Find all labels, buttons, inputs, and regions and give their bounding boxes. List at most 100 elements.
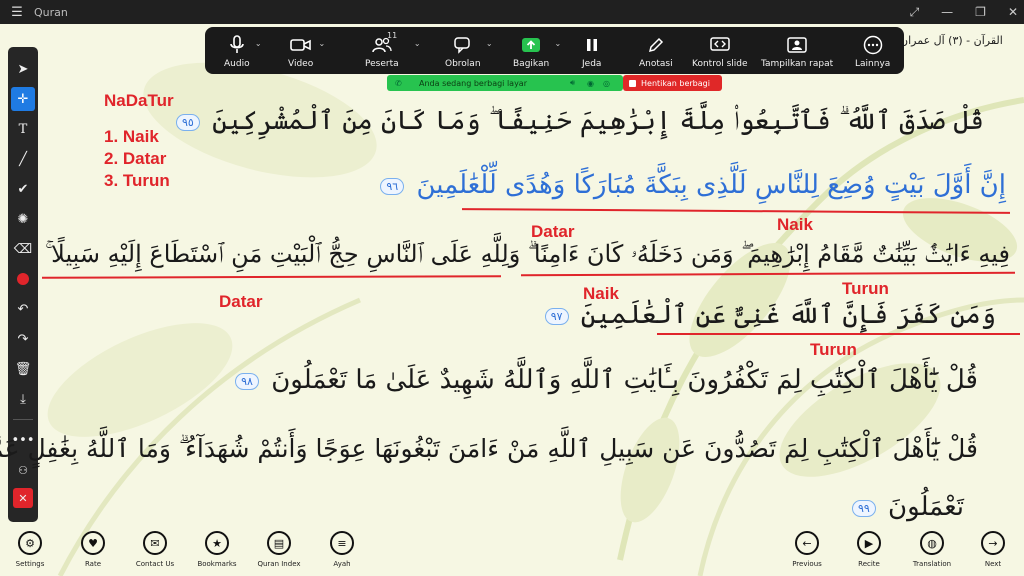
verse-text: قُلْ صَدَقَ ٱللَّهُ ۗ فَٱتَّبِعُوا۟ مِلَ…: [212, 106, 984, 136]
spotlight-icon[interactable]: ✺: [11, 207, 35, 231]
pen-icon: [647, 33, 665, 57]
contact-us-button[interactable]: ✉ Contact Us: [125, 531, 185, 568]
stop-sharing-button[interactable]: Hentikan berbagi: [623, 75, 722, 91]
eraser-icon[interactable]: ⌫: [11, 237, 35, 261]
redo-icon[interactable]: ↷: [11, 327, 35, 351]
restore-icon[interactable]: ❐: [975, 5, 986, 19]
previous-button[interactable]: ← Previous: [777, 531, 837, 568]
more-button[interactable]: Lainnya: [855, 33, 890, 69]
trash-icon[interactable]: 🗑︎: [11, 357, 35, 381]
close-icon[interactable]: ✕: [1008, 5, 1018, 19]
annotate-button[interactable]: Anotasi: [639, 33, 673, 69]
ayah-number-badge[interactable]: ٩٩: [851, 499, 876, 517]
rate-label: Rate: [84, 560, 102, 568]
audio-button[interactable]: Audio ⌄: [224, 33, 262, 69]
text-icon[interactable]: T: [11, 117, 35, 141]
hamburger-icon[interactable]: ☰: [0, 5, 34, 20]
globe-icon: ◍: [920, 531, 944, 555]
sharing-status-text: Anda sedang berbagi layar: [419, 78, 527, 88]
slide-control-button[interactable]: Kontrol slide: [692, 33, 748, 69]
meeting-toolbar: Audio ⌄ Video ⌄ 11 Peserta ⌄ Obrolan ⌄ B…: [205, 27, 904, 74]
share-button[interactable]: Bagikan ⌄: [513, 33, 561, 69]
mail-icon: ✉: [143, 531, 167, 555]
share-screen-icon: [521, 33, 541, 57]
settings-button[interactable]: ⚙ Settings: [0, 531, 60, 568]
recite-label: Recite: [858, 560, 880, 568]
ayah-number-badge[interactable]: ٩٧: [544, 307, 569, 325]
annotation-label: Naik: [583, 284, 619, 303]
annotation-label: Datar: [531, 222, 575, 241]
legend-item: 3. Turun: [104, 171, 170, 190]
pause-share-button[interactable]: Jeda: [582, 33, 601, 69]
star-icon: ★: [205, 531, 229, 555]
settings-label: Settings: [15, 560, 45, 568]
speaker-icon[interactable]: 🔊︎: [570, 78, 575, 88]
ayah-number-badge[interactable]: ٩٥: [175, 113, 200, 131]
chevron-down-icon[interactable]: ⌄: [554, 39, 561, 48]
show-meeting-button[interactable]: Tampilkan rapat: [761, 33, 833, 69]
verse-text: وَمَن كَفَرَ فَإِنَّ ٱللَّهَ غَنِىٌّ عَن…: [580, 300, 996, 330]
slide-control-label: Kontrol slide: [692, 59, 748, 69]
quran-index-button[interactable]: ▤ Quran Index: [249, 531, 309, 568]
chat-label: Obrolan: [445, 59, 481, 69]
circle-icon[interactable]: ◎: [603, 79, 610, 88]
color-icon[interactable]: [11, 267, 35, 291]
video-label: Video: [288, 59, 314, 69]
chevron-down-icon[interactable]: ⌄: [414, 39, 421, 48]
share-label: Bagikan: [513, 59, 550, 69]
close-annotation-icon[interactable]: ✕: [13, 488, 33, 508]
microphone-icon: [229, 33, 245, 57]
chat-button[interactable]: Obrolan ⌄: [445, 33, 493, 69]
ayah-button[interactable]: ≡ Ayah: [312, 531, 372, 568]
arrow-right-icon: →: [981, 531, 1005, 555]
ayah-number-badge[interactable]: ٩٦: [380, 177, 405, 195]
ayah-number-badge[interactable]: ٩٨: [235, 372, 259, 390]
quran-index-label: Quran Index: [257, 560, 301, 568]
settings-small-icon[interactable]: ◉: [587, 79, 594, 88]
select-icon[interactable]: ➤: [11, 57, 35, 81]
chevron-down-icon[interactable]: ⌄: [255, 39, 262, 48]
participant-count: 11: [387, 31, 398, 40]
annotation-underline: [657, 333, 1020, 335]
draw-line-icon[interactable]: ╱: [11, 147, 35, 171]
chevron-down-icon[interactable]: ⌄: [319, 39, 326, 48]
arrow-left-icon: ←: [795, 531, 819, 555]
verse-text: قُلْ يَٰٓأَهْلَ ٱلْكِتَٰبِ لِمَ تَصُدُّو…: [0, 434, 978, 463]
legend-title: NaDaTur: [104, 91, 174, 110]
save-icon[interactable]: ⤓: [11, 387, 35, 411]
contact-us-label: Contact Us: [135, 560, 175, 568]
undo-icon[interactable]: ↶: [11, 297, 35, 321]
chevron-down-icon[interactable]: ⌄: [486, 39, 493, 48]
stop-icon: [629, 79, 636, 87]
next-button[interactable]: → Next: [963, 531, 1023, 568]
book-icon: ▤: [267, 531, 291, 555]
verse-line: قُلْ يَٰٓأَهْلَ ٱلْكِتَٰبِ لِمَ تَصُدُّو…: [0, 434, 978, 464]
minimize-icon[interactable]: —: [941, 5, 953, 19]
verse-text: تَعْمَلُونَ: [888, 492, 964, 522]
ayah-label: Ayah: [333, 560, 351, 568]
verse-line: فِيهِ ءَايَٰتٌۢ بَيِّنَٰتٌ مَّقَامُ إِبْ…: [45, 240, 1010, 268]
bookmarks-button[interactable]: ★ Bookmarks: [187, 531, 247, 568]
window-controls: ⤢ — ❐ ✕: [910, 0, 1018, 24]
more-label: Lainnya: [855, 59, 891, 69]
participants-label: Peserta: [365, 59, 399, 69]
show-meeting-label: Tampilkan rapat: [761, 59, 834, 69]
surah-header: القرآن - (٣) آل عمران: [900, 34, 1003, 47]
next-label: Next: [984, 560, 1002, 568]
participants-button[interactable]: 11 Peserta ⌄: [365, 31, 421, 69]
checkmark-icon[interactable]: ✔: [11, 177, 35, 201]
recite-button[interactable]: ▶ Recite: [839, 531, 899, 568]
rate-button[interactable]: ♥ Rate: [63, 531, 123, 568]
verse-text: إِنَّ أَوَّلَ بَيْتٍ وُضِعَ لِلنَّاسِ لَ…: [416, 170, 1006, 200]
phone-icon: ✆: [395, 78, 402, 88]
pause-label: Jeda: [582, 59, 602, 69]
move-icon[interactable]: ✛: [11, 87, 35, 111]
video-button[interactable]: Video ⌄: [288, 33, 325, 69]
list-icon: ≡: [330, 531, 354, 555]
annotation-label: Turun: [810, 340, 857, 359]
bookmarks-label: Bookmarks: [197, 560, 237, 568]
translation-button[interactable]: ◍ Translation: [902, 531, 962, 568]
verse-line: قُلْ يَٰٓأَهْلَ ٱلْكِتَٰبِ لِمَ تَكْفُرُ…: [231, 365, 978, 395]
annotation-label: Naik: [777, 215, 813, 234]
expand-icon[interactable]: ⤢: [910, 5, 920, 20]
